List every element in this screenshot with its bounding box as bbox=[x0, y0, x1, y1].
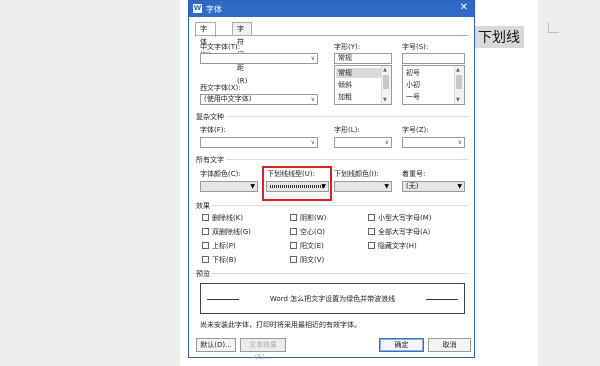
font-app-icon: W bbox=[193, 4, 202, 13]
strikethrough-checkbox[interactable] bbox=[202, 214, 209, 221]
caret-down-icon: ▼ bbox=[384, 183, 389, 190]
size-input[interactable] bbox=[402, 53, 465, 64]
size-label: 字号(S): bbox=[402, 43, 429, 51]
engrave-label: 阴文(V) bbox=[300, 256, 325, 264]
text-effect-button[interactable]: 文本效果(E)... bbox=[240, 338, 286, 361]
style-option[interactable]: 常规 bbox=[336, 68, 383, 78]
style-option[interactable]: 加粗 bbox=[338, 92, 352, 102]
style-list[interactable]: 常规 倾斜 加粗 ▲ ▼ bbox=[334, 65, 392, 105]
chevron-down-icon: ∨ bbox=[384, 139, 389, 146]
emphasis-label: 着重号: bbox=[402, 170, 426, 178]
subscript-checkbox[interactable] bbox=[202, 256, 209, 263]
caret-down-icon: ▼ bbox=[457, 183, 462, 190]
double-strikethrough-label: 双删除线(G) bbox=[212, 228, 251, 236]
close-icon[interactable]: ✕ bbox=[460, 2, 468, 13]
scroll-up-icon[interactable]: ▲ bbox=[383, 67, 387, 73]
preview-section: 预览 bbox=[196, 270, 210, 278]
scroll-down-icon[interactable]: ▼ bbox=[456, 97, 460, 103]
complex-size-select[interactable]: ∨ bbox=[402, 137, 465, 148]
chinese-font-select[interactable]: ∨ bbox=[200, 53, 318, 64]
double-strikethrough-checkbox[interactable] bbox=[202, 228, 209, 235]
emboss-checkbox[interactable] bbox=[290, 242, 297, 249]
font-color-select[interactable]: ▼ bbox=[200, 181, 258, 192]
effects-section: 效果 bbox=[196, 202, 210, 210]
document-selected-text[interactable]: 下划线 bbox=[474, 26, 524, 48]
chevron-down-icon: ∨ bbox=[310, 139, 315, 146]
section-divider bbox=[226, 159, 468, 160]
tab-divider bbox=[195, 35, 468, 36]
shadow-checkbox[interactable] bbox=[290, 214, 297, 221]
western-font-label: 西文字体(X): bbox=[200, 84, 241, 92]
outline-label: 空心(O) bbox=[300, 228, 325, 236]
highlight-annotation-box bbox=[262, 166, 332, 201]
western-font-value: (使用中文字体) bbox=[204, 95, 252, 103]
western-font-select[interactable]: (使用中文字体) ∨ bbox=[200, 94, 318, 105]
preview-rule-right bbox=[426, 299, 458, 300]
size-option[interactable]: 初号 bbox=[406, 68, 420, 78]
style-label: 字形(Y): bbox=[334, 43, 361, 51]
scroll-thumb[interactable] bbox=[456, 75, 462, 89]
scroll-thumb[interactable] bbox=[383, 75, 389, 89]
style-input[interactable]: 常规 bbox=[334, 53, 392, 64]
scroll-up-icon[interactable]: ▲ bbox=[456, 67, 460, 73]
underline-color-label: 下划线颜色(I): bbox=[334, 170, 379, 178]
small-caps-checkbox[interactable] bbox=[368, 214, 375, 221]
hidden-text-label: 隐藏文字(H) bbox=[378, 242, 417, 250]
style-value: 常规 bbox=[338, 54, 352, 62]
ok-button[interactable]: 确定 bbox=[379, 338, 424, 352]
subscript-label: 下标(B) bbox=[212, 256, 237, 264]
size-scrollbar[interactable]: ▲ ▼ bbox=[454, 66, 464, 104]
font-note: 尚未安装此字体，打印时将采用最相近的有效字体。 bbox=[200, 321, 361, 329]
hidden-text-checkbox[interactable] bbox=[368, 242, 375, 249]
dialog-titlebar: W 字体 ✕ bbox=[189, 1, 474, 17]
style-scrollbar[interactable]: ▲ ▼ bbox=[381, 66, 391, 104]
emboss-label: 阳文(E) bbox=[300, 242, 324, 250]
section-divider bbox=[226, 116, 468, 117]
size-list[interactable]: 初号 小初 一号 ▲ ▼ bbox=[402, 65, 465, 105]
chevron-down-icon: ∨ bbox=[310, 96, 315, 103]
complex-font-select[interactable]: ∨ bbox=[200, 137, 318, 148]
underline-color-select[interactable]: ▼ bbox=[334, 181, 392, 192]
complex-script-section: 复杂文种 bbox=[196, 113, 224, 121]
chevron-down-icon: ∨ bbox=[457, 139, 462, 146]
caret-down-icon: ▼ bbox=[250, 183, 255, 190]
dialog-title: 字体 bbox=[206, 5, 222, 14]
preview-text: Word 怎么把文字设置为绿色并带波浪线 bbox=[269, 295, 396, 303]
section-divider bbox=[212, 205, 468, 206]
style-option[interactable]: 倾斜 bbox=[338, 80, 352, 90]
emphasis-select[interactable]: (无) ▼ bbox=[402, 181, 465, 192]
cancel-button[interactable]: 取消 bbox=[428, 338, 471, 352]
complex-style-label: 字形(L): bbox=[334, 126, 360, 134]
small-caps-label: 小型大写字母(M) bbox=[378, 214, 432, 222]
superscript-label: 上标(P) bbox=[212, 242, 236, 250]
strikethrough-label: 删除线(K) bbox=[212, 214, 244, 222]
app-background-right bbox=[538, 0, 600, 366]
shadow-label: 阴影(W) bbox=[300, 214, 327, 222]
all-caps-label: 全部大写字母(A) bbox=[378, 228, 431, 236]
scroll-down-icon[interactable]: ▼ bbox=[383, 97, 387, 103]
size-option[interactable]: 一号 bbox=[406, 92, 420, 102]
chevron-down-icon: ∨ bbox=[310, 55, 315, 62]
tab-character-spacing[interactable]: 字符间距(R) bbox=[232, 22, 253, 85]
preview-box: Word 怎么把文字设置为绿色并带波浪线 bbox=[200, 283, 465, 314]
all-caps-checkbox[interactable] bbox=[368, 228, 375, 235]
outline-checkbox[interactable] bbox=[290, 228, 297, 235]
size-option[interactable]: 小初 bbox=[406, 80, 420, 90]
all-text-section: 所有文字 bbox=[196, 156, 224, 164]
default-button[interactable]: 默认(D)... bbox=[196, 338, 236, 352]
font-color-label: 字体颜色(C): bbox=[200, 170, 241, 178]
superscript-checkbox[interactable] bbox=[202, 242, 209, 249]
section-divider bbox=[212, 273, 468, 274]
complex-style-select[interactable]: ∨ bbox=[334, 137, 392, 148]
chinese-font-label: 中文字体(T): bbox=[200, 43, 241, 51]
engrave-checkbox[interactable] bbox=[290, 256, 297, 263]
emphasis-value: (无) bbox=[406, 182, 419, 190]
page-corner-mark bbox=[548, 22, 559, 33]
complex-font-label: 字体(F): bbox=[200, 126, 226, 134]
complex-size-label: 字号(Z): bbox=[402, 126, 429, 134]
app-background-left bbox=[0, 0, 180, 366]
